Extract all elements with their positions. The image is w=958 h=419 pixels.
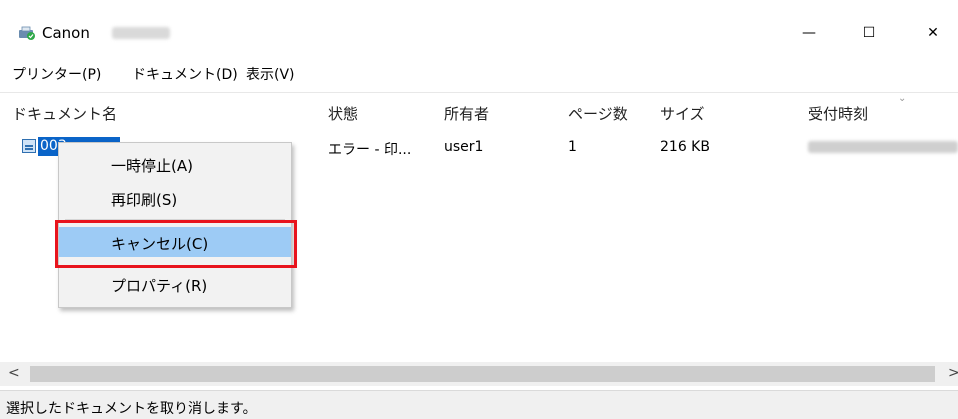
menu-document[interactable]: ドキュメント(D) — [132, 64, 238, 84]
document-icon — [22, 139, 36, 153]
menu-item-pause[interactable]: 一時停止(A) — [59, 149, 291, 179]
close-button[interactable]: ✕ — [910, 18, 956, 48]
printer-name-redacted — [112, 27, 170, 39]
scroll-right-icon[interactable]: > — [948, 365, 958, 381]
menu-item-restart[interactable]: 再印刷(S) — [59, 183, 291, 213]
row-submitted-redacted — [808, 141, 958, 153]
minimize-button[interactable]: — — [786, 18, 832, 48]
printer-app-icon — [19, 26, 35, 40]
sort-chevron-icon: ⌄ — [898, 93, 907, 104]
menu-item-label: 一時停止(A) — [111, 157, 193, 175]
maximize-button[interactable]: ☐ — [846, 18, 892, 48]
row-status: エラー - 印... — [328, 142, 412, 158]
row-owner: user1 — [444, 139, 484, 155]
scroll-left-icon[interactable]: < — [8, 365, 20, 381]
menu-view[interactable]: 表示(V) — [246, 64, 295, 84]
menu-item-label: プロパティ(R) — [111, 277, 208, 295]
column-header-owner[interactable]: 所有者 — [444, 103, 489, 124]
horizontal-scrollbar[interactable]: < > — [0, 362, 958, 386]
callout-highlight-box — [55, 220, 297, 268]
column-header-submitted[interactable]: 受付時刻 — [808, 103, 868, 124]
print-queue-window: Canon — ☐ ✕ プリンター(P) ドキュメント(D) 表示(V) ドキュ… — [0, 0, 958, 419]
window-title: Canon — [42, 24, 90, 42]
scrollbar-thumb[interactable] — [30, 366, 935, 382]
menu-item-label: 再印刷(S) — [111, 191, 178, 209]
status-text: 選択したドキュメントを取り消します。 — [6, 401, 257, 417]
row-pages: 1 — [568, 139, 577, 155]
title-bar[interactable]: Canon — ☐ ✕ — [0, 0, 958, 48]
menu-bar: プリンター(P) ドキュメント(D) 表示(V) — [0, 62, 958, 86]
column-header-status[interactable]: 状態 — [328, 103, 358, 124]
row-size: 216 KB — [660, 139, 710, 155]
column-header-pages[interactable]: ページ数 — [568, 103, 628, 124]
menu-item-properties[interactable]: プロパティ(R) — [59, 269, 291, 299]
column-header-document-name[interactable]: ドキュメント名 — [12, 103, 117, 124]
column-header-size[interactable]: サイズ — [660, 103, 705, 124]
menu-printer[interactable]: プリンター(P) — [12, 64, 101, 84]
status-bar: 選択したドキュメントを取り消します。 — [0, 390, 958, 419]
